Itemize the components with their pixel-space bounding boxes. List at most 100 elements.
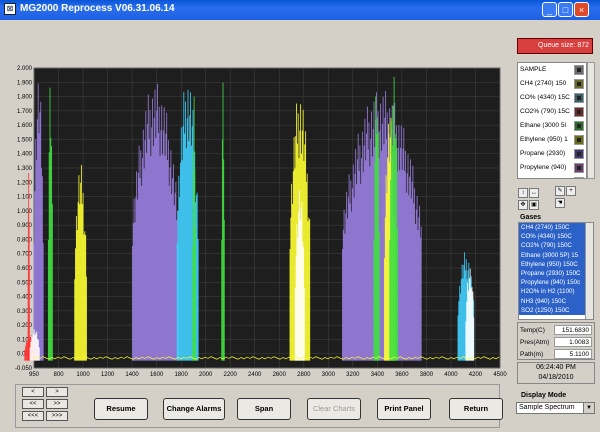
y-tick-label: 0.800 xyxy=(17,237,33,243)
legend-swatch[interactable] xyxy=(574,121,584,131)
app-icon: ⊠ xyxy=(4,3,16,15)
readout-label: Temp(C) xyxy=(520,327,545,334)
legend-item[interactable]: Ethane (3000 5l xyxy=(518,119,586,133)
x-tick-label: 1600 xyxy=(150,372,164,378)
nav-button[interactable]: > xyxy=(46,387,68,397)
readout-label: Path(m) xyxy=(520,351,544,358)
gas-item[interactable]: Propylene (940) 150c xyxy=(519,278,593,288)
span-button[interactable]: Span xyxy=(237,398,291,420)
pan-icon[interactable]: ✥ xyxy=(518,200,528,210)
gas-item[interactable]: CO% (4340) 150C xyxy=(519,232,593,242)
legend-label: Propylene (940) xyxy=(520,164,567,171)
return-button[interactable]: Return xyxy=(449,398,503,420)
hand-icon[interactable]: ☚ xyxy=(555,198,565,208)
nav-button[interactable]: <<< xyxy=(22,411,44,421)
zoom-y-icon[interactable]: ↔ xyxy=(529,188,539,198)
legend-swatch[interactable] xyxy=(574,65,584,75)
y-tick-label: 1.100 xyxy=(17,195,33,201)
legend-panel: SAMPLE CH4 (2740) 150 CO% (4340) 15C CO2% (… xyxy=(517,62,587,179)
window-title: MG2000 Reprocess V06.31.06.14 xyxy=(20,3,175,14)
readout-panel: Temp(C) 151.6830 Pres(Atm) 1.0083 Path(m) 5.1… xyxy=(517,322,595,360)
chevron-down-icon[interactable]: ▼ xyxy=(583,403,594,413)
nav-button[interactable]: << xyxy=(22,399,44,409)
legend-swatch[interactable] xyxy=(574,149,584,159)
print-panel-button[interactable]: Print Panel xyxy=(377,398,431,420)
queue-status: Queue size: 872 xyxy=(517,38,593,54)
resume-button[interactable]: Resume xyxy=(94,398,148,420)
gases-scrollbar[interactable] xyxy=(585,223,593,319)
gas-item[interactable]: CH4 (2740) 150C xyxy=(519,223,593,233)
legend-label: CH4 (2740) 150 xyxy=(520,80,567,87)
nav-button[interactable]: < xyxy=(22,387,44,397)
maximize-button[interactable]: □ xyxy=(558,2,573,17)
cursor-icon[interactable]: ✎ xyxy=(555,186,565,196)
gas-item[interactable]: Ethylene (950) 150C xyxy=(519,259,593,269)
legend-swatch[interactable] xyxy=(574,177,584,178)
x-tick-label: 1200 xyxy=(101,372,115,378)
x-tick-label: 2200 xyxy=(224,372,238,378)
legend-label: Ethane (3000 5l xyxy=(520,122,566,129)
legend-item[interactable]: Propylene (940) xyxy=(518,161,586,175)
x-tick-label: 2000 xyxy=(199,372,213,378)
change-alarms-button[interactable]: Change Alarms xyxy=(163,398,225,420)
date-value: 04/18/2010 xyxy=(538,374,574,381)
legend-swatch[interactable] xyxy=(574,163,584,173)
gas-item[interactable]: H2O% in H2 (1100) xyxy=(519,287,593,297)
y-tick-label: 0.600 xyxy=(17,266,33,272)
nav-button[interactable]: >>> xyxy=(46,411,68,421)
zoom-x-icon[interactable]: ↕ xyxy=(518,188,528,198)
y-tick-label: 1.000 xyxy=(17,209,33,215)
readout-value: 5.1100 xyxy=(554,349,592,359)
display-mode-value: Sample Spectrum xyxy=(519,404,575,411)
x-tick-label: 800 xyxy=(54,372,65,378)
gases-list[interactable]: CH4 (2740) 150C CO% (4340) 150C CO2% (790)… xyxy=(518,222,594,320)
legend-item[interactable]: Ethylene (950) 1 xyxy=(518,133,586,147)
x-tick-label: 3400 xyxy=(371,372,385,378)
display-mode-select[interactable]: Sample Spectrum ▼ xyxy=(516,402,595,414)
y-tick-label: 1.200 xyxy=(17,180,33,186)
legend-label: CO% (4340) 15C xyxy=(520,94,570,101)
fit-icon[interactable]: ▣ xyxy=(529,200,539,210)
clear-charts-button[interactable]: Clear Charts xyxy=(307,398,361,420)
legend-item[interactable]: CO2% (790) 15C xyxy=(518,105,586,119)
spectrum-chart: 2.000 1.900 1.800 1.700 1.600 1.500 1.400 1.300… xyxy=(15,66,507,378)
time-value: 06:24:40 PM xyxy=(536,364,576,371)
legend-scrollbar[interactable] xyxy=(587,62,595,179)
gas-item[interactable]: Propane (2930) 150C xyxy=(519,268,593,279)
gases-heading: Gases xyxy=(520,214,542,221)
legend-label: SAMPLE xyxy=(520,66,547,73)
y-tick-label: 0.400 xyxy=(17,295,33,301)
gas-item[interactable]: SO2 (1250) 150C xyxy=(519,305,593,315)
x-tick-label: 3200 xyxy=(346,372,360,378)
legend-label: H2O% in H2 (11 xyxy=(520,178,567,179)
close-button[interactable]: × xyxy=(574,2,589,17)
gas-item[interactable]: NH3 (940) 150C xyxy=(519,296,593,306)
datetime-panel: 06:24:40 PM 04/18/2010 xyxy=(517,362,595,384)
x-tick-label: 1400 xyxy=(125,372,139,378)
legend-swatch[interactable] xyxy=(574,79,584,89)
plus-icon[interactable]: + xyxy=(566,186,576,196)
x-tick-label: 4200 xyxy=(469,372,483,378)
legend-item[interactable]: CH4 (2740) 150 xyxy=(518,77,586,91)
y-tick-label: 0.700 xyxy=(17,252,33,258)
legend-swatch[interactable] xyxy=(574,107,584,117)
gas-item[interactable]: Ethane (3000 5P) 15 xyxy=(519,250,593,260)
y-tick-label: 1.700 xyxy=(17,109,33,115)
legend-item[interactable]: CO% (4340) 15C xyxy=(518,91,586,105)
nav-button[interactable]: >> xyxy=(46,399,68,409)
gas-item[interactable]: CO2% (790) 150C xyxy=(519,241,593,251)
y-tick-label: 0.500 xyxy=(17,280,33,286)
x-tick-label: 2800 xyxy=(297,372,311,378)
y-tick-label: 1.500 xyxy=(17,137,33,143)
legend-swatch[interactable] xyxy=(574,93,584,103)
x-tick-label: 2400 xyxy=(248,372,262,378)
minimize-button[interactable]: _ xyxy=(542,2,557,17)
y-tick-label: 2.000 xyxy=(17,66,33,72)
x-tick-label: 2600 xyxy=(273,372,287,378)
legend-item[interactable]: SAMPLE xyxy=(518,63,586,77)
nav-grid: < > << >> <<< >>> xyxy=(22,387,72,427)
legend-swatch[interactable] xyxy=(574,135,584,145)
legend-item[interactable]: Propane (2930) xyxy=(518,147,586,161)
readout-value: 1.0083 xyxy=(554,337,592,347)
legend-item[interactable]: H2O% in H2 (11 xyxy=(518,175,586,179)
